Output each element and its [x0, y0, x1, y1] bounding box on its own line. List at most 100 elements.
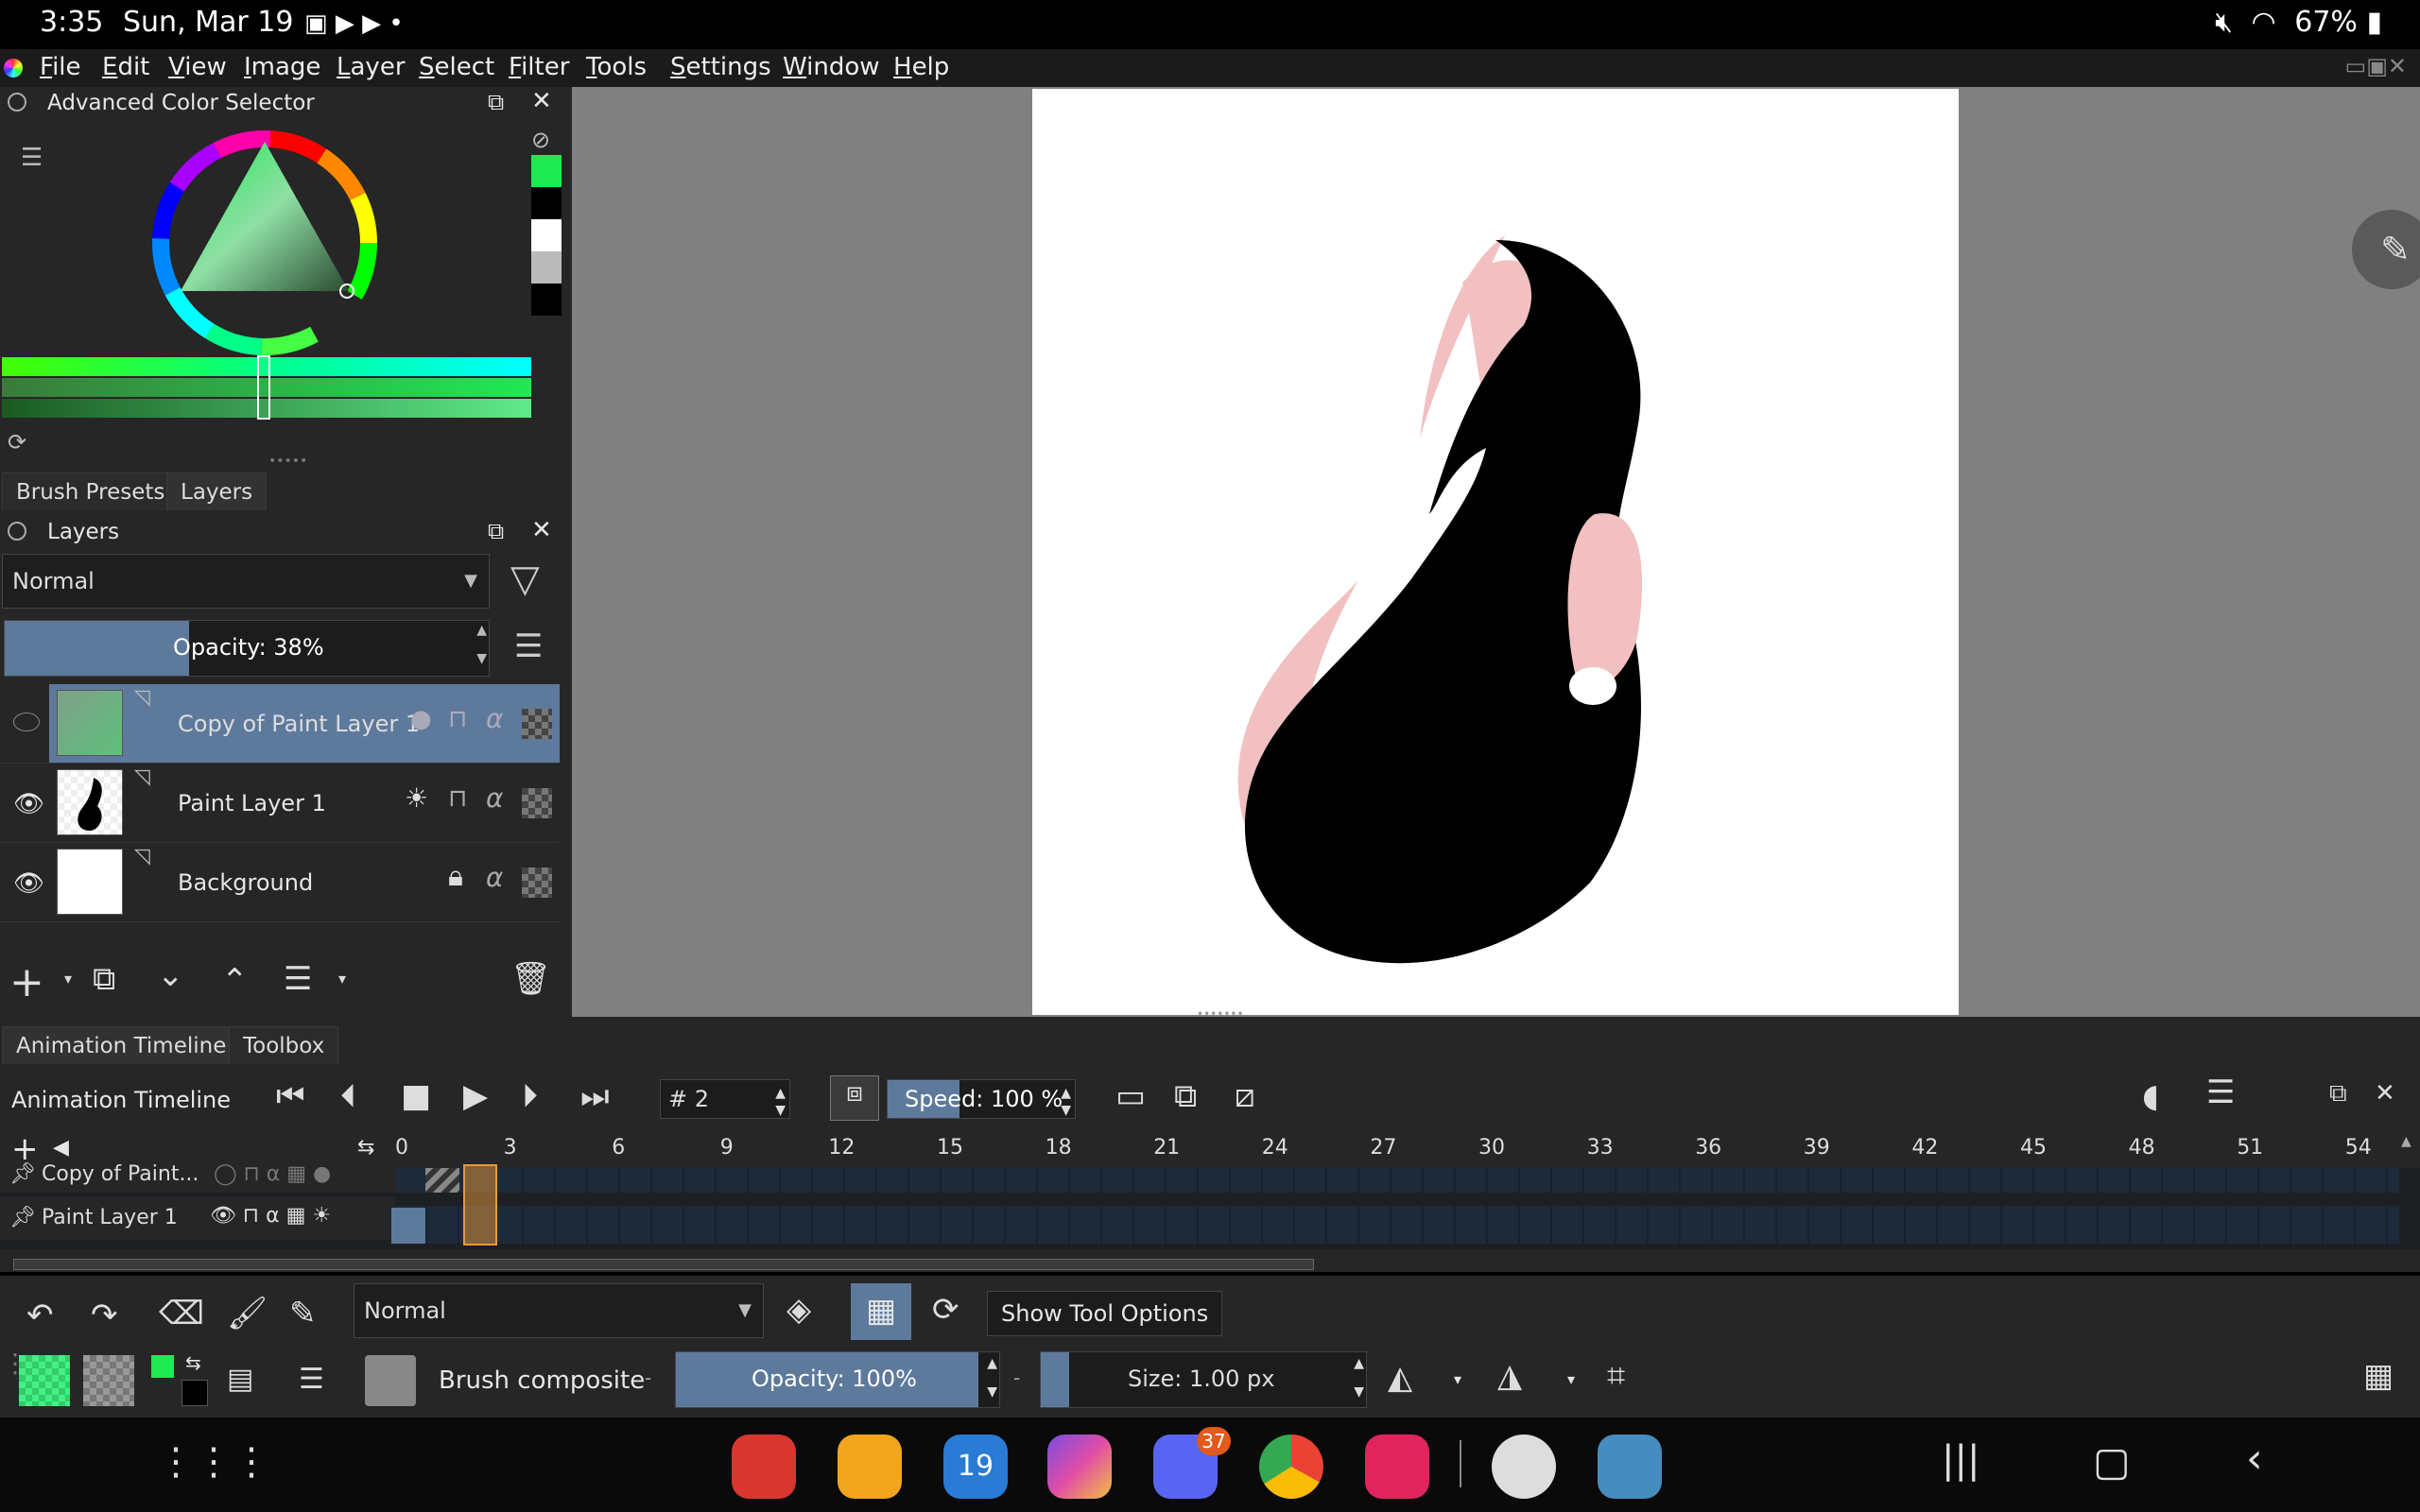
menu-edit[interactable]: Edit — [102, 53, 149, 81]
pattern-swatch[interactable] — [83, 1355, 134, 1406]
menu-layer[interactable]: Layer — [337, 53, 406, 81]
transparency-icon[interactable] — [522, 709, 552, 739]
spin-down-icon[interactable]: ▼ — [1061, 1091, 1071, 1129]
hamburger-menu-icon[interactable]: ☰ — [514, 627, 543, 665]
refresh-icon[interactable]: ⟳ — [8, 429, 26, 455]
play-icon[interactable]: ▶ — [463, 1077, 488, 1115]
menu-settings[interactable]: Settings — [670, 53, 771, 81]
layer-row[interactable]: ◹ Copy of Paint Layer 1 ● ⊓ α — [0, 684, 560, 764]
delete-layer-icon[interactable]: 🗑︎ — [510, 960, 551, 998]
mirror-vertical-icon[interactable]: ◮ — [1497, 1357, 1522, 1395]
frame-cells-row[interactable] — [395, 1206, 2399, 1244]
mirror-horizontal-icon[interactable]: ◭ — [1388, 1359, 1412, 1397]
lock-docker-icon[interactable] — [8, 93, 26, 112]
history-swatch-black-2[interactable] — [531, 284, 562, 316]
lock-docker-icon[interactable] — [8, 522, 26, 541]
lock-open-icon[interactable]: ⊓ — [448, 784, 467, 813]
first-frame-icon[interactable]: ⏮ — [276, 1077, 305, 1115]
app-drawer-icon[interactable]: ⋮⋮⋮ — [157, 1440, 270, 1484]
tab-brush-presets[interactable]: Brush Presets — [2, 472, 180, 510]
add-keyframe-icon[interactable]: ▭ — [1115, 1077, 1146, 1115]
lock-open-icon[interactable]: ⊓ — [448, 705, 467, 733]
layer-properties-icon[interactable]: ☰ — [284, 960, 312, 998]
mirror-vertical-dropdown-icon[interactable]: ▾ — [1567, 1370, 1575, 1388]
move-layer-up-icon[interactable]: ⌃ — [221, 962, 249, 1000]
stop-icon[interactable]: ■ — [401, 1077, 431, 1115]
clear-icon[interactable]: ⌫ — [159, 1295, 204, 1332]
row-props-icon[interactable]: ◯ ⊓ α ▦ ● — [214, 1162, 331, 1186]
brush-settings-icon[interactable]: ☰ — [299, 1363, 324, 1396]
layer-name[interactable]: Copy of Paint Layer 1 — [178, 711, 420, 737]
app-icon-godot[interactable] — [1598, 1435, 1662, 1499]
playback-speed-slider[interactable]: Speed: 100 % ▲ ▼ — [887, 1079, 1076, 1119]
timeline-row-label[interactable]: 📌︎ Copy of Paint... ◯ ⊓ α ▦ ● — [0, 1162, 395, 1193]
hold-frame[interactable] — [425, 1168, 459, 1193]
foreground-color-swatch[interactable] — [151, 1355, 174, 1378]
app-icon-calendar[interactable]: 19 — [943, 1435, 1008, 1499]
brush-opacity-slider[interactable]: Opacity: 100% ▲ ▼ — [675, 1351, 1000, 1408]
layer-opacity-slider[interactable]: Opacity: 38% ▲ ▼ — [4, 620, 490, 677]
onion-skin-icon[interactable]: ◖ — [2142, 1077, 2159, 1115]
color-wheel[interactable] — [147, 125, 383, 361]
spin-down-icon[interactable]: ▼ — [476, 651, 487, 666]
redo-icon[interactable]: ↷ — [91, 1297, 118, 1334]
brush-size-slider[interactable]: Size: 1.00 px ▲ ▼ — [1040, 1351, 1367, 1408]
menu-filter[interactable]: Filter — [509, 53, 569, 81]
spin-down-icon[interactable]: ▼ — [775, 1091, 786, 1129]
brush-preset-name[interactable]: Brush composite — [439, 1366, 645, 1395]
pin-icon[interactable]: 📌︎ — [9, 1162, 36, 1186]
close-docker-icon[interactable]: ✕ — [531, 516, 552, 544]
remove-keyframe-icon[interactable]: ⧄ — [1235, 1077, 1255, 1115]
undo-icon[interactable]: ↶ — [26, 1297, 54, 1334]
slider-handle[interactable] — [257, 355, 270, 420]
float-docker-icon[interactable]: ⧉ — [2329, 1079, 2347, 1108]
preset-dropdown-icon[interactable]: - — [645, 1366, 651, 1389]
eye-icon[interactable]: 👁︎ — [13, 869, 44, 898]
keyframe[interactable] — [391, 1208, 425, 1244]
splitter-handle[interactable]: ••••• — [268, 454, 307, 469]
brush-blend-mode-select[interactable]: Normal ▼ — [354, 1283, 764, 1338]
spin-down-icon[interactable]: ▼ — [987, 1384, 997, 1400]
menu-image[interactable]: Image — [244, 53, 320, 81]
spin-up-icon[interactable]: ▲ — [476, 623, 487, 638]
brush-editor-icon[interactable]: ▤ — [227, 1363, 253, 1396]
home-icon[interactable]: ▢ — [2093, 1438, 2131, 1485]
alpha-lock-icon[interactable]: α — [486, 782, 503, 814]
clear-color-icon[interactable]: ⊘ — [531, 127, 550, 153]
transparency-icon[interactable] — [522, 868, 552, 898]
inherit-alpha-icon[interactable]: ☀ — [405, 782, 428, 814]
app-icon-files[interactable] — [838, 1435, 902, 1499]
menu-view[interactable]: View — [168, 53, 227, 81]
add-layer-icon[interactable]: + — [9, 958, 44, 1006]
back-icon[interactable]: ‹ — [2246, 1435, 2263, 1483]
frame-cells-row[interactable] — [395, 1168, 2399, 1193]
fill-gradient-swatch[interactable] — [19, 1355, 70, 1406]
menu-file[interactable]: File — [40, 53, 81, 81]
last-frame-icon[interactable]: ⏭ — [580, 1077, 610, 1115]
duplicate-layer-icon[interactable]: ⧉ — [93, 960, 115, 998]
menu-window[interactable]: Window — [783, 53, 880, 81]
current-frame-highlight[interactable] — [463, 1164, 497, 1246]
float-docker-icon[interactable]: ⧉ — [488, 89, 504, 115]
docker-layout-icon[interactable]: ▦ — [2363, 1357, 2394, 1395]
menu-tools[interactable]: Tools — [586, 53, 647, 81]
frame-ruler[interactable]: 0 3 6 9 12 15 18 21 24 27 30 33 36 39 42 45 48 51 54 — [395, 1134, 2399, 1166]
row-props-icon[interactable]: 👁︎ ⊓ α ▦ ☀ — [210, 1204, 331, 1228]
history-swatch-green[interactable] — [531, 155, 562, 187]
selector-settings-icon[interactable]: ☰ — [21, 144, 43, 172]
close-docker-icon[interactable]: ✕ — [2375, 1079, 2395, 1108]
app-icon-obs[interactable] — [1492, 1435, 1556, 1499]
brush-icon[interactable]: 🖌︎ — [227, 1295, 268, 1332]
float-docker-icon[interactable]: ⧉ — [488, 518, 504, 544]
app-icon-paint[interactable] — [1047, 1435, 1112, 1499]
menu-help[interactable]: Help — [893, 53, 949, 81]
next-frame-icon[interactable]: ⏵ — [522, 1077, 538, 1115]
background-color-swatch[interactable] — [182, 1380, 208, 1406]
audio-icon[interactable]: ◀ — [53, 1136, 69, 1160]
crop-icon[interactable]: ⌗ — [1607, 1357, 1625, 1395]
history-swatch-gray[interactable] — [531, 251, 562, 284]
opacity-option-icon[interactable]: - — [1013, 1366, 1020, 1389]
eyedropper-icon[interactable]: ✎ — [289, 1295, 317, 1332]
swap-colors-icon[interactable]: ⇆ — [185, 1351, 201, 1374]
eraser-mode-icon[interactable]: ◈ — [786, 1291, 811, 1329]
